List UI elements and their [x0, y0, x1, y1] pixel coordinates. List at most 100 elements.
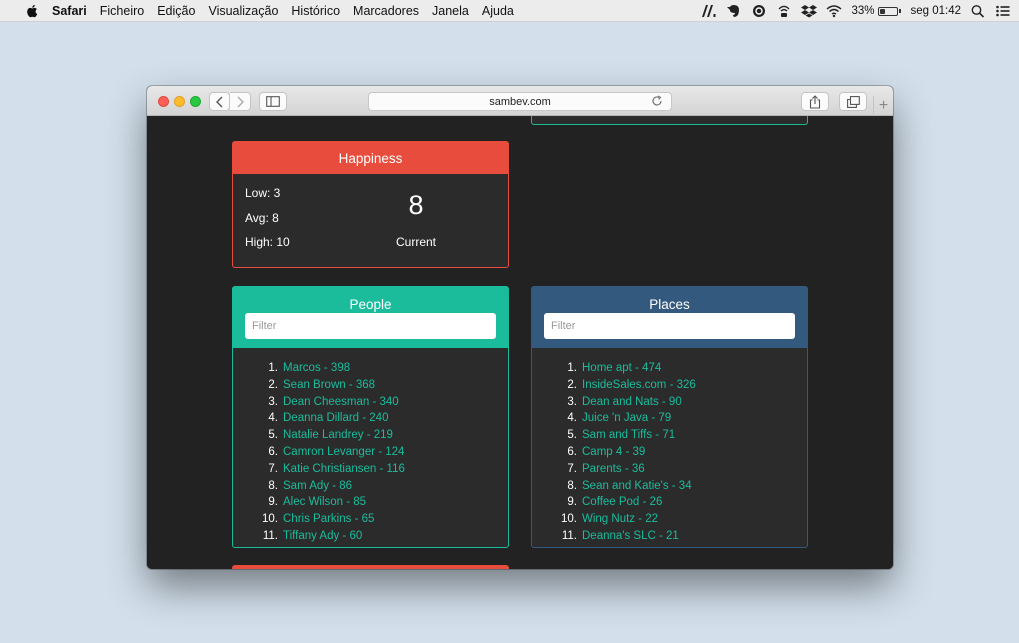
list-item: 11. Deanna's SLC - 21 — [532, 530, 807, 547]
list-item-rank: 5. — [268, 429, 278, 442]
list-item-link[interactable]: Dean Cheesman - 340 — [283, 396, 399, 413]
back-button[interactable] — [209, 92, 230, 111]
people-card: People 1.Marcos - 3982.Sean Brown - 3683… — [232, 286, 509, 548]
sync-icon[interactable] — [751, 4, 767, 18]
places-list: 1. Home apt - 474 2. InsideSales.com - 326 3… — [532, 362, 807, 547]
menu-visualizacao[interactable]: Visualização — [208, 4, 278, 18]
list-item: 6. Camron Levanger - 124 — [233, 446, 508, 463]
list-item-link[interactable]: Natalie Landrey - 219 — [283, 429, 393, 446]
list-item-link[interactable]: Deanna's SLC - 21 — [582, 530, 679, 547]
list-item-rank: 1. — [567, 362, 577, 374]
menu-ficheiro[interactable]: Ficheiro — [100, 4, 144, 18]
spotlight-icon[interactable] — [970, 4, 986, 18]
list-item-link[interactable]: Alec Wilson - 85 — [283, 496, 366, 513]
list-item-link[interactable]: Juice 'n Java - 79 — [582, 412, 671, 429]
happiness-current-label: Current — [395, 235, 436, 249]
happiness-card-header: Happiness — [233, 142, 508, 174]
reload-icon[interactable] — [651, 95, 663, 107]
list-item: 3. Dean and Nats - 90 — [532, 396, 807, 413]
list-item-rank: 4. — [567, 412, 577, 425]
list-item-link[interactable]: Sam and Tiffs - 71 — [582, 429, 675, 446]
dropbox-icon[interactable] — [801, 4, 818, 18]
browser-toolbar: sambev.com + — [147, 86, 893, 116]
list-item-link[interactable]: Sean and Katie's - 34 — [582, 480, 692, 497]
list-item-rank: 11. — [561, 529, 577, 542]
menu-app-safari[interactable]: Safari — [52, 4, 87, 18]
happiness-current-value: 8 — [408, 190, 424, 220]
people-filter-input[interactable] — [245, 313, 496, 339]
address-bar[interactable]: sambev.com — [368, 92, 672, 111]
places-filter-input[interactable] — [544, 313, 795, 339]
list-item-rank: 7. — [567, 462, 577, 475]
list-item: 6. Camp 4 - 39 — [532, 446, 807, 463]
share-button[interactable] — [801, 92, 829, 111]
apple-menu-icon[interactable] — [24, 4, 40, 18]
list-item-rank: 9. — [268, 496, 278, 509]
list-item-link[interactable]: Home apt - 474 — [582, 362, 661, 379]
list-item-link[interactable]: Parents - 36 — [582, 463, 645, 480]
list-item-link[interactable]: Sean Brown - 368 — [283, 379, 375, 396]
new-tab-button[interactable]: + — [873, 96, 893, 116]
list-item: 5. Natalie Landrey - 219 — [233, 429, 508, 446]
list-item-rank: 9. — [567, 496, 577, 509]
show-tabs-button[interactable] — [839, 92, 867, 111]
list-item-link[interactable]: Dean and Nats - 90 — [582, 396, 682, 413]
list-item: 2. Sean Brown - 368 — [233, 379, 508, 396]
happiness-low: Low: 3 — [245, 186, 281, 200]
battery-status[interactable]: 33% — [851, 5, 902, 17]
list-item-link[interactable]: Marcos - 398 — [283, 362, 350, 379]
list-item-rank: 7. — [268, 462, 278, 475]
list-item: 9. Alec Wilson - 85 — [233, 496, 508, 513]
places-title: Places — [649, 297, 690, 312]
adobe-icon[interactable] — [701, 4, 717, 18]
airport-icon[interactable] — [776, 4, 792, 18]
list-item-rank: 3. — [268, 395, 278, 408]
notification-center-icon[interactable] — [995, 4, 1011, 18]
list-item-link[interactable]: Chris Parkins - 65 — [283, 513, 374, 530]
list-item: 11. Tiffany Ady - 60 — [233, 530, 508, 547]
close-window-button[interactable] — [158, 96, 169, 107]
places-card: Places 1. Home apt - 474 2. InsideSales.com… — [531, 286, 808, 548]
list-item: 10. Wing Nutz - 22 — [532, 513, 807, 530]
menu-historico[interactable]: Histórico — [291, 4, 340, 18]
list-item-link[interactable]: InsideSales.com - 326 — [582, 379, 696, 396]
list-item-link[interactable]: Wing Nutz - 22 — [582, 513, 658, 530]
list-item-link[interactable]: Coffee Pod - 26 — [582, 496, 662, 513]
list-item: 8. Sean and Katie's - 34 — [532, 480, 807, 497]
wifi-icon[interactable] — [826, 4, 842, 18]
list-item: 3. Dean Cheesman - 340 — [233, 396, 508, 413]
fullscreen-window-button[interactable] — [190, 96, 201, 107]
list-item-link[interactable]: Sam Ady - 86 — [283, 480, 352, 497]
minimize-window-button[interactable] — [174, 96, 185, 107]
list-item: 5. Sam and Tiffs - 71 — [532, 429, 807, 446]
people-list: 1. Marcos - 398 2. Sean Brown - 368 3. Dean C… — [233, 362, 508, 547]
list-item-rank: 6. — [567, 445, 577, 458]
forward-button[interactable] — [230, 92, 251, 111]
list-item-rank: 6. — [268, 445, 278, 458]
battery-percent: 33% — [851, 5, 875, 17]
happiness-title: Happiness — [338, 150, 403, 166]
list-item-link[interactable]: Camron Levanger - 124 — [283, 446, 404, 463]
list-item-rank: 11. — [262, 529, 278, 542]
menu-marcadores[interactable]: Marcadores — [353, 4, 419, 18]
people-title: People — [349, 297, 392, 312]
list-item-rank: 3. — [567, 395, 577, 408]
list-item-link[interactable]: Katie Christiansen - 116 — [283, 463, 405, 480]
menubar-clock[interactable]: seg 01:42 — [910, 5, 961, 17]
menu-edicao[interactable]: Edição — [157, 4, 195, 18]
list-item: 1. Home apt - 474 — [532, 362, 807, 379]
list-item: 10. Chris Parkins - 65 — [233, 513, 508, 530]
list-item-link[interactable]: Deanna Dillard - 240 — [283, 412, 388, 429]
menu-janela[interactable]: Janela — [432, 4, 469, 18]
list-item: 2. InsideSales.com - 326 — [532, 379, 807, 396]
menu-ajuda[interactable]: Ajuda — [482, 4, 514, 18]
list-item-rank: 8. — [567, 479, 577, 492]
sidebar-toggle-button[interactable] — [259, 92, 287, 111]
list-item-link[interactable]: Camp 4 - 39 — [582, 446, 645, 463]
share-icon — [809, 94, 821, 109]
list-item-rank: 4. — [268, 412, 278, 425]
list-item-rank: 8. — [268, 479, 278, 492]
evernote-icon[interactable] — [726, 4, 742, 18]
previous-card-fragment — [531, 116, 808, 125]
list-item-link[interactable]: Tiffany Ady - 60 — [283, 530, 362, 547]
